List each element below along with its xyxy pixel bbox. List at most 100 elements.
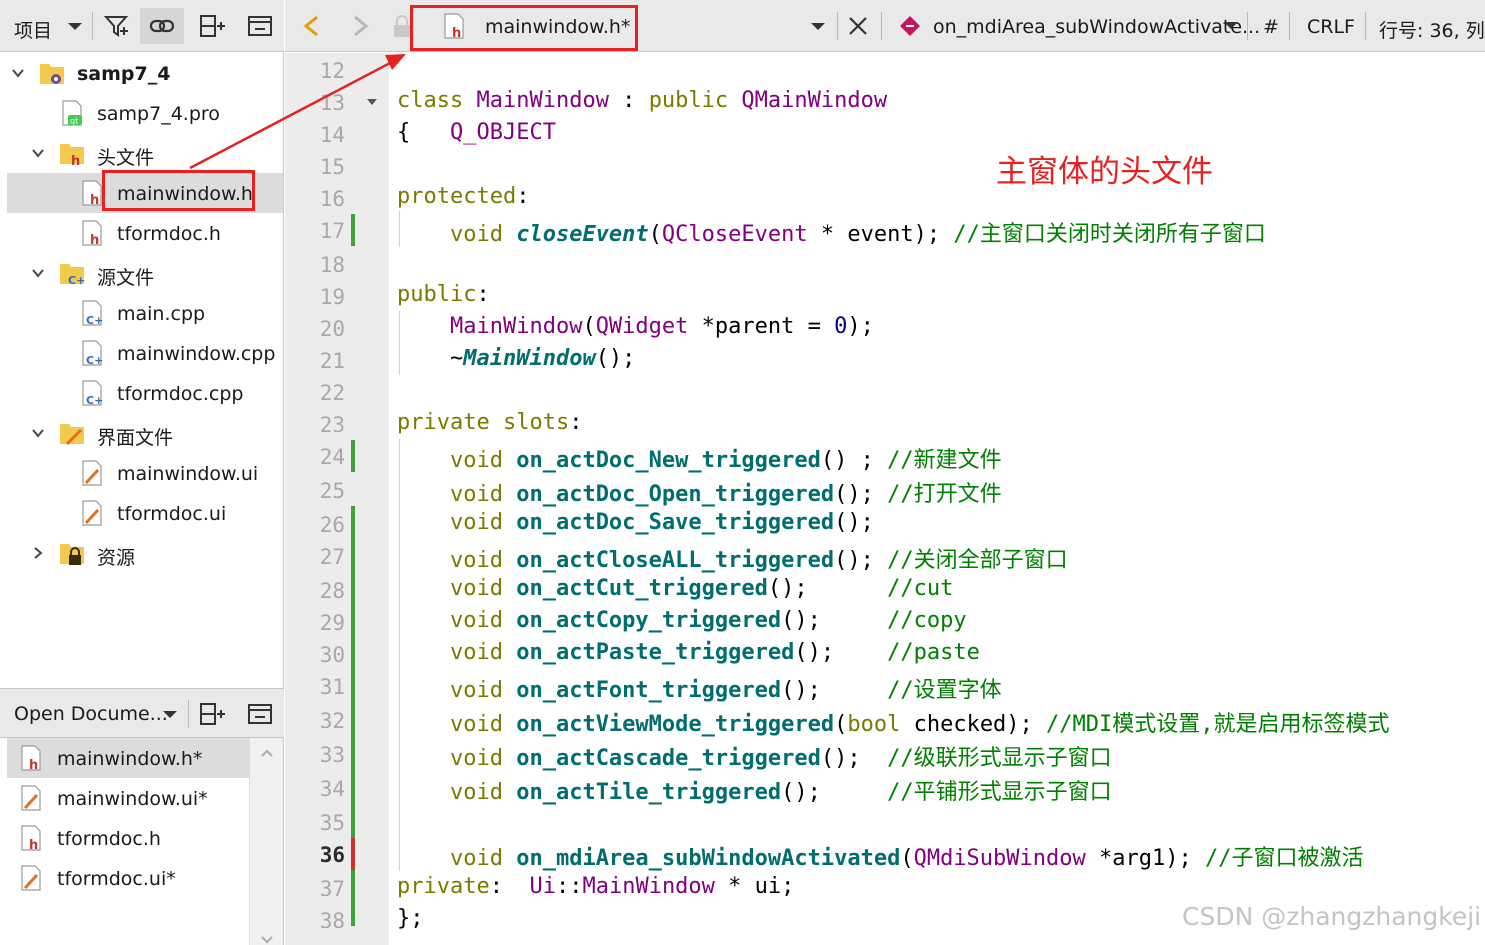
- code-line-32: void on_actViewMode_triggered(bool check…: [449, 712, 1390, 737]
- project-panel-toolbar: 项目: [0, 0, 284, 52]
- project-panel: 项目 samp7_4 qt samp7_4.pro h 头文件 h mainwi…: [0, 0, 284, 945]
- tree-item-tformdoc-cpp[interactable]: C+ tformdoc.cpp: [7, 373, 283, 413]
- cpp-file-icon: C+: [82, 340, 103, 367]
- code-line-38: };: [397, 906, 424, 931]
- svg-text:h: h: [90, 193, 99, 208]
- tree-item-project[interactable]: samp7_4: [7, 53, 283, 93]
- filter-icon[interactable]: [103, 13, 129, 39]
- code-editor[interactable]: class MainWindow : public QMainWindow { …: [389, 53, 1485, 945]
- header-file-icon: h: [21, 825, 41, 853]
- chevron-down-icon[interactable]: [62, 13, 88, 39]
- close-panel-icon[interactable]: [247, 701, 273, 727]
- scroll-down-icon[interactable]: [260, 935, 274, 945]
- open-document-tformdoc-h[interactable]: h tformdoc.h: [7, 818, 249, 858]
- symbol-selector[interactable]: on_mdiArea_subWindowActivate...: [933, 16, 1260, 38]
- hash-indicator[interactable]: #: [1263, 16, 1279, 38]
- tree-item-tformdoc-h[interactable]: h tformdoc.h: [7, 213, 283, 253]
- form-file-icon: [82, 500, 102, 526]
- code-line-31: void on_actFont_triggered(); //设置字体: [449, 678, 1002, 703]
- code-line-36: void on_mdiArea_subWindowActivated(QMdiS…: [449, 846, 1364, 871]
- tree-item-headers-folder[interactable]: h 头文件: [7, 133, 283, 173]
- tree-item-main-cpp[interactable]: C+ main.cpp: [7, 293, 283, 333]
- code-line-25: void on_actDoc_Open_triggered(); //打开文件: [449, 482, 1002, 507]
- code-line-34: void on_actTile_triggered(); //平铺形式显示子窗口: [449, 780, 1112, 805]
- open-document-mainwindow-h[interactable]: h mainwindow.h*: [7, 738, 249, 778]
- header-folder-icon: h: [60, 144, 84, 168]
- highlight-box-tree-file: [102, 170, 255, 211]
- code-line-19: public:: [397, 282, 490, 307]
- chevron-down-icon[interactable]: [30, 265, 46, 281]
- svg-text:h: h: [29, 838, 38, 853]
- chevron-down-icon[interactable]: [30, 145, 46, 161]
- code-line-28: void on_actCut_triggered(); //cut: [449, 576, 954, 601]
- svg-text:C+: C+: [86, 354, 103, 367]
- open-documents-scrollbar[interactable]: [249, 738, 283, 945]
- code-line-21: ~MainWindow();: [397, 346, 636, 371]
- svg-text:h: h: [90, 233, 99, 248]
- svg-text:C+: C+: [68, 274, 85, 287]
- dropdown-icon[interactable]: [805, 13, 831, 39]
- code-line-33: void on_actCascade_triggered(); //级联形式显示…: [449, 746, 1112, 771]
- close-panel-icon[interactable]: [247, 13, 273, 39]
- open-documents-toolbar: Open Docume...: [0, 688, 284, 738]
- function-symbol-icon: [900, 16, 920, 36]
- code-line-14: { Q_OBJECT: [397, 120, 556, 145]
- tree-item-mainwindow-ui[interactable]: mainwindow.ui: [7, 453, 283, 493]
- code-line-27: void on_actCloseALL_triggered(); //关闭全部子…: [449, 548, 1068, 573]
- chevron-down-icon[interactable]: [30, 425, 46, 441]
- tree-item-mainwindow-cpp[interactable]: C+ mainwindow.cpp: [7, 333, 283, 373]
- qt-pro-file-icon: qt: [62, 100, 82, 126]
- source-folder-icon: C+: [60, 264, 85, 287]
- header-file-icon: h: [82, 220, 102, 248]
- form-file-icon: [21, 865, 41, 891]
- forward-arrow-icon[interactable]: [347, 13, 373, 39]
- form-folder-icon: [60, 424, 84, 446]
- split-add-icon[interactable]: [199, 701, 225, 727]
- project-panel-title[interactable]: 项目: [14, 16, 52, 43]
- code-line-13: class MainWindow : public QMainWindow: [397, 88, 888, 113]
- chevron-down-icon[interactable]: [1221, 15, 1241, 35]
- line-number-gutter[interactable]: 12 13 14 15 16 17 18 19 20 21 22 23 24 2…: [285, 53, 389, 945]
- code-line-23: private slots:: [397, 410, 583, 435]
- chevron-right-icon[interactable]: [30, 545, 46, 561]
- form-file-icon: [82, 460, 102, 486]
- split-add-icon[interactable]: [199, 13, 225, 39]
- tree-item-forms-folder[interactable]: 界面文件: [7, 413, 283, 453]
- svg-text:h: h: [29, 758, 38, 773]
- close-icon[interactable]: [845, 13, 871, 39]
- code-line-20: MainWindow(QWidget *parent = 0);: [449, 314, 874, 339]
- open-documents-title[interactable]: Open Docume...: [14, 703, 168, 725]
- fold-arrow-icon[interactable]: [365, 95, 379, 109]
- chevron-down-icon[interactable]: [157, 701, 183, 727]
- tree-item-pro-file[interactable]: qt samp7_4.pro: [7, 93, 283, 133]
- form-file-icon: [21, 785, 41, 811]
- svg-text:C+: C+: [86, 314, 103, 327]
- link-icon[interactable]: [149, 13, 175, 39]
- cpp-file-icon: C+: [82, 380, 103, 407]
- open-document-tformdoc-ui[interactable]: tformdoc.ui*: [7, 858, 249, 898]
- back-arrow-icon[interactable]: [299, 13, 325, 39]
- svg-text:C+: C+: [86, 394, 103, 407]
- watermark: CSDN @zhangzhangkeji: [1182, 902, 1482, 931]
- annotation-label: 主窗体的头文件: [996, 154, 1213, 190]
- tree-item-tformdoc-ui[interactable]: tformdoc.ui: [7, 493, 283, 533]
- open-document-mainwindow-ui[interactable]: mainwindow.ui*: [7, 778, 249, 818]
- tree-item-resources-folder[interactable]: 资源: [7, 533, 283, 573]
- header-file-icon: h: [21, 745, 41, 773]
- line-ending-selector[interactable]: CRLF: [1307, 16, 1355, 38]
- chevron-down-icon[interactable]: [10, 65, 26, 81]
- tree-item-sources-folder[interactable]: C+ 源文件: [7, 253, 283, 293]
- code-line-37: private: Ui::MainWindow * ui;: [397, 874, 795, 899]
- code-line-30: void on_actPaste_triggered(); //paste: [449, 640, 980, 665]
- code-line-24: void on_actDoc_New_triggered() ; //新建文件: [449, 448, 1002, 473]
- highlight-box-tab: [410, 5, 638, 51]
- svg-text:qt: qt: [70, 117, 78, 126]
- resource-folder-icon: [60, 544, 84, 565]
- code-line-26: void on_actDoc_Save_triggered();: [449, 510, 874, 535]
- scroll-up-icon[interactable]: [260, 748, 274, 758]
- svg-text:h: h: [71, 154, 80, 168]
- code-line-17: void closeEvent(QCloseEvent * event); //…: [449, 222, 1266, 247]
- cursor-position[interactable]: 行号: 36, 列号: [1379, 16, 1485, 43]
- cpp-file-icon: C+: [82, 300, 103, 327]
- code-line-29: void on_actCopy_triggered(); //copy: [449, 608, 967, 633]
